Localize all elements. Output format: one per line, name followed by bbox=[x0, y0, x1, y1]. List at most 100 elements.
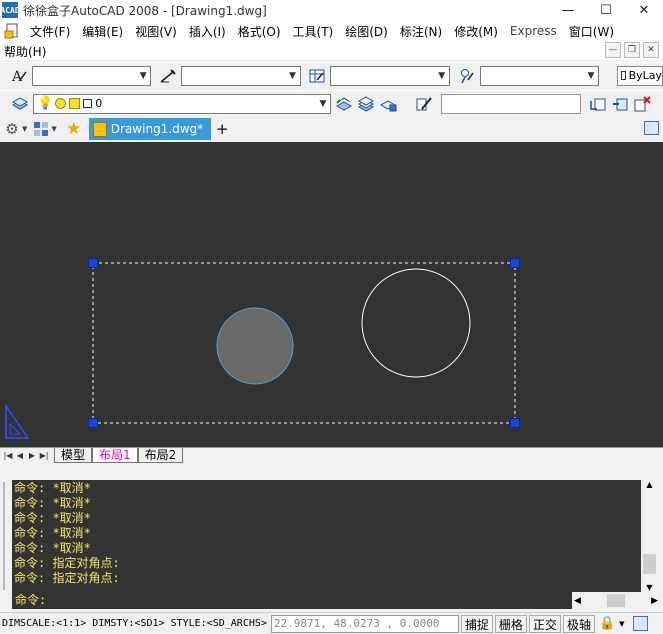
star-icon[interactable]: ★ bbox=[63, 118, 85, 140]
command-history-line: 命令: *取消* bbox=[14, 541, 91, 555]
lock-icon[interactable]: 🔒 bbox=[599, 616, 615, 631]
polar-toggle[interactable]: 极轴 bbox=[562, 614, 595, 633]
coordinates-display[interactable]: 22.9871, 48.0273 , 0.0000 bbox=[270, 614, 459, 633]
text-style-combo[interactable]: ▼ bbox=[31, 65, 152, 86]
ucs-icon bbox=[5, 403, 30, 439]
chevron-down-icon: ▼ bbox=[139, 70, 147, 81]
tab-layout1[interactable]: 布局1 bbox=[92, 448, 138, 463]
chevron-down-icon[interactable]: ▼ bbox=[619, 620, 624, 628]
layer-change-icon[interactable] bbox=[609, 93, 631, 115]
table-style-icon[interactable] bbox=[307, 65, 329, 87]
autocad-app-icon[interactable]: ACAD bbox=[0, 2, 20, 18]
mdi-restore-button[interactable]: ❐ bbox=[624, 42, 640, 58]
mdi-minimize-button[interactable]: — bbox=[605, 42, 621, 58]
clean-screen-icon[interactable] bbox=[632, 616, 648, 631]
tab-layout2[interactable]: 布局2 bbox=[137, 448, 184, 463]
menu-edit[interactable]: 编辑(E) bbox=[76, 23, 129, 40]
command-history-line: 命令: *取消* bbox=[14, 511, 91, 525]
ortho-toggle[interactable]: 正交 bbox=[528, 614, 561, 633]
layer-delete-icon[interactable] bbox=[631, 93, 653, 115]
lightbulb-icon: 💡 bbox=[37, 96, 54, 111]
layer-make-current-icon[interactable] bbox=[587, 93, 609, 115]
scroll-left-icon[interactable]: ◀ bbox=[574, 596, 581, 606]
drawing-area[interactable] bbox=[0, 142, 663, 447]
tab-model[interactable]: 模型 bbox=[54, 448, 93, 463]
tab-drawing1[interactable]: Drawing1.dwg* bbox=[88, 118, 212, 140]
table-style-combo[interactable]: ▼ bbox=[330, 65, 450, 86]
gear-icon[interactable]: ⚙ bbox=[2, 118, 22, 140]
chevron-down-icon[interactable]: ▼ bbox=[22, 125, 27, 133]
window-title: 徐徐盒子AutoCAD 2008 - [Drawing1.dwg] bbox=[23, 3, 267, 18]
multileader-style-icon[interactable] bbox=[456, 65, 478, 87]
properties-input[interactable] bbox=[441, 93, 581, 114]
menu-view[interactable]: 视图(V) bbox=[129, 23, 183, 40]
menu-insert[interactable]: 插入(I) bbox=[183, 23, 232, 40]
chevron-down-icon: ▼ bbox=[289, 70, 296, 81]
layer-properties-icon[interactable] bbox=[9, 93, 31, 115]
menu-bar: 文件(F) 编辑(E) 视图(V) 插入(I) 格式(O) 工具(T) 绘图(D… bbox=[0, 20, 663, 42]
snap-toggle[interactable]: 捕捉 bbox=[460, 614, 493, 633]
layer-states-icon[interactable] bbox=[355, 93, 377, 115]
dim-style-icon[interactable] bbox=[157, 65, 179, 87]
scroll-thumb[interactable] bbox=[643, 554, 656, 574]
bylayer-combo[interactable]: ByLay bbox=[617, 65, 663, 86]
tab-menu-icon[interactable] bbox=[644, 121, 659, 135]
menu-file[interactable]: 文件(F) bbox=[24, 23, 76, 40]
layer-previous-icon[interactable] bbox=[333, 93, 355, 115]
text-style-icon[interactable]: A bbox=[8, 65, 30, 87]
layer-isolate-icon[interactable] bbox=[377, 93, 399, 115]
command-horizontal-scrollbar[interactable]: ◀ ▶ bbox=[574, 592, 658, 609]
previous-tab-button[interactable]: ◀ bbox=[14, 449, 26, 463]
command-prompt-row: 命令: ◀ ▶ bbox=[0, 592, 663, 609]
scroll-thumb[interactable] bbox=[607, 594, 625, 607]
command-history-line: 命令: 指定对角点: bbox=[14, 571, 120, 585]
grip-bottom-right[interactable] bbox=[510, 418, 520, 428]
next-tab-button[interactable]: ▶ bbox=[26, 449, 38, 463]
menu-draw[interactable]: 绘图(D) bbox=[339, 23, 394, 40]
layout-tab-bar: |◀ ◀ ▶ ▶| 模型 布局1 布局2 bbox=[0, 447, 663, 463]
minimize-button[interactable]: — bbox=[549, 0, 587, 20]
multileader-style-combo[interactable]: ▼ bbox=[479, 65, 599, 86]
scroll-right-icon[interactable]: ▶ bbox=[651, 596, 658, 606]
menu-window[interactable]: 窗口(W) bbox=[563, 23, 620, 40]
menu-tools[interactable]: 工具(T) bbox=[287, 23, 340, 40]
command-history-line: 命令: 指定对角点: bbox=[14, 556, 120, 570]
menu-help[interactable]: 帮助(H) bbox=[0, 43, 52, 60]
chevron-down-icon[interactable]: ▼ bbox=[51, 125, 56, 133]
menu-dimension[interactable]: 标注(N) bbox=[394, 23, 448, 40]
color-swatch-icon bbox=[621, 71, 626, 80]
grid-toggle[interactable]: 栅格 bbox=[494, 614, 527, 633]
mdi-close-button[interactable]: ✕ bbox=[643, 42, 659, 58]
title-bar: ACAD 徐徐盒子AutoCAD 2008 - [Drawing1.dwg] —… bbox=[0, 0, 663, 20]
circle-shape[interactable] bbox=[361, 268, 471, 378]
command-grip[interactable] bbox=[3, 482, 9, 590]
maximize-button[interactable]: ☐ bbox=[587, 0, 625, 20]
menu-format[interactable]: 格式(O) bbox=[232, 23, 287, 40]
document-tab-strip: ⚙ ▼ ▼ ★ Drawing1.dwg* + bbox=[0, 116, 663, 142]
first-tab-button[interactable]: |◀ bbox=[2, 449, 14, 463]
close-button[interactable]: ✕ bbox=[625, 0, 663, 20]
grip-top-right[interactable] bbox=[510, 258, 520, 268]
scroll-up-icon[interactable]: ▲ bbox=[641, 480, 658, 492]
match-properties-icon[interactable] bbox=[413, 93, 435, 115]
menu-express[interactable]: Express bbox=[504, 24, 563, 38]
layer-combo[interactable]: 💡 0 ▼ bbox=[33, 93, 331, 114]
dim-style-combo[interactable]: ▼ bbox=[181, 65, 301, 86]
grip-bottom-left[interactable] bbox=[88, 418, 98, 428]
lock-icon bbox=[69, 98, 81, 109]
grip-top-left[interactable] bbox=[88, 258, 98, 268]
command-vertical-scrollbar[interactable]: ▲ ▼ bbox=[641, 480, 658, 592]
command-input[interactable]: 命令: bbox=[12, 592, 572, 609]
highlighted-circle[interactable] bbox=[216, 307, 294, 385]
layers-toolbar: 💡 0 ▼ bbox=[0, 90, 663, 116]
new-tab-button[interactable]: + bbox=[211, 120, 233, 138]
document-menu-icon[interactable] bbox=[4, 23, 20, 39]
last-tab-button[interactable]: ▶| bbox=[38, 449, 50, 463]
menu-modify[interactable]: 修改(M) bbox=[448, 23, 504, 40]
menu-bar-row2: 帮助(H) — ❐ ✕ bbox=[0, 42, 663, 60]
dwg-file-icon bbox=[92, 121, 107, 137]
scroll-down-icon[interactable]: ▼ bbox=[641, 583, 658, 592]
workspace-icon[interactable] bbox=[31, 118, 51, 140]
pane-splitter[interactable] bbox=[0, 463, 663, 480]
drawing-canvas[interactable] bbox=[0, 142, 663, 447]
